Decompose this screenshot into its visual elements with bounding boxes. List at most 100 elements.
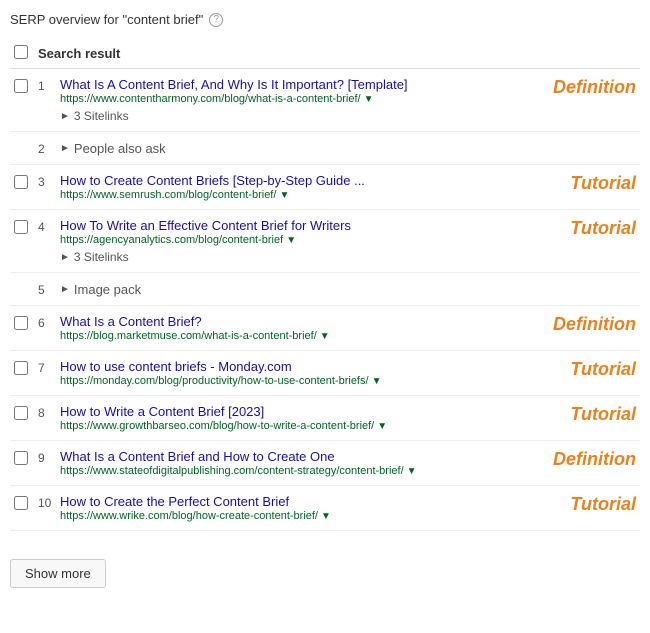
- result-url: https://www.semrush.com/blog/content-bri…: [60, 189, 506, 201]
- row-number: 8: [38, 404, 60, 420]
- expand-arrow-icon: ►: [60, 143, 70, 154]
- badge-col: Tutorial: [506, 494, 636, 515]
- row-number: 3: [38, 173, 60, 189]
- checkbox-placeholder: [14, 288, 38, 290]
- table-row: 4 How To Write an Effective Content Brie…: [10, 210, 640, 273]
- result-title-link[interactable]: How to Write a Content Brief [2023]: [60, 404, 264, 419]
- table-row: 6 What Is a Content Brief? https://blog.…: [10, 306, 640, 351]
- url-dropdown-icon: ▼: [377, 421, 387, 432]
- row-checkbox-4[interactable]: [14, 220, 28, 234]
- url-text: https://agencyanalytics.com/blog/content…: [60, 234, 283, 246]
- result-url: https://blog.marketmuse.com/what-is-a-co…: [60, 330, 506, 342]
- result-title-link[interactable]: How to Create the Perfect Content Brief: [60, 494, 289, 509]
- special-content[interactable]: ► Image pack: [60, 282, 141, 297]
- badge-label: Definition: [553, 314, 636, 334]
- show-more-button[interactable]: Show more: [10, 559, 106, 588]
- badge-label: Definition: [553, 77, 636, 97]
- checkbox-col: [14, 314, 38, 333]
- result-title-link[interactable]: How To Write an Effective Content Brief …: [60, 218, 351, 233]
- result-title-link[interactable]: What Is a Content Brief and How to Creat…: [60, 449, 335, 464]
- help-icon[interactable]: ?: [209, 13, 223, 27]
- url-text: https://www.growthbarseo.com/blog/how-to…: [60, 420, 374, 432]
- results-list: 1 What Is A Content Brief, And Why Is It…: [10, 69, 640, 531]
- page-title-text: SERP overview for "content brief": [10, 12, 203, 27]
- result-content: What Is A Content Brief, And Why Is It I…: [60, 77, 506, 123]
- checkbox-col: [14, 218, 38, 237]
- sitelinks-arrow-icon: ►: [60, 111, 70, 122]
- result-url: https://www.wrike.com/blog/how-create-co…: [60, 510, 506, 522]
- badge-label: Tutorial: [570, 494, 636, 514]
- badge-col: Tutorial: [506, 404, 636, 425]
- result-url: https://monday.com/blog/productivity/how…: [60, 375, 506, 387]
- result-title-link[interactable]: How to use content briefs - Monday.com: [60, 359, 292, 374]
- result-title-link[interactable]: What Is A Content Brief, And Why Is It I…: [60, 77, 408, 92]
- row-number: 7: [38, 359, 60, 375]
- row-number: 4: [38, 218, 60, 234]
- result-content: How to Create the Perfect Content Brief …: [60, 494, 506, 522]
- sitelinks-label: 3 Sitelinks: [74, 109, 129, 123]
- checkbox-col: [14, 494, 38, 513]
- result-content: What Is a Content Brief and How to Creat…: [60, 449, 506, 477]
- sitelinks-arrow-icon: ►: [60, 252, 70, 263]
- row-number: 10: [38, 494, 60, 510]
- sitelinks-toggle[interactable]: ► 3 Sitelinks: [60, 250, 506, 264]
- result-url: https://www.contentharmony.com/blog/what…: [60, 93, 506, 105]
- table-row: 7 How to use content briefs - Monday.com…: [10, 351, 640, 396]
- row-checkbox-7[interactable]: [14, 361, 28, 375]
- row-checkbox-8[interactable]: [14, 406, 28, 420]
- row-checkbox-1[interactable]: [14, 79, 28, 93]
- special-label: Image pack: [74, 282, 141, 297]
- row-number: 5: [38, 281, 60, 297]
- row-checkbox-6[interactable]: [14, 316, 28, 330]
- row-number: 1: [38, 77, 60, 93]
- checkbox-col: [14, 404, 38, 423]
- row-number: 9: [38, 449, 60, 465]
- table-row: 9 What Is a Content Brief and How to Cre…: [10, 441, 640, 486]
- expand-arrow-icon: ►: [60, 284, 70, 295]
- result-content: How to Write a Content Brief [2023] http…: [60, 404, 506, 432]
- row-checkbox-3[interactable]: [14, 175, 28, 189]
- header-label: Search result: [38, 46, 120, 61]
- badge-label: Tutorial: [570, 218, 636, 238]
- url-dropdown-icon: ▼: [407, 466, 417, 477]
- header-checkbox-col: [14, 45, 38, 62]
- badge-label: Definition: [553, 449, 636, 469]
- badge-col: Tutorial: [506, 173, 636, 194]
- badge-label: Tutorial: [570, 173, 636, 193]
- badge-label: Tutorial: [570, 359, 636, 379]
- special-content[interactable]: ► People also ask: [60, 141, 166, 156]
- url-dropdown-icon: ▼: [320, 331, 330, 342]
- url-dropdown-icon: ▼: [279, 190, 289, 201]
- badge-label: Tutorial: [570, 404, 636, 424]
- row-number: 2: [38, 140, 60, 156]
- badge-col: Tutorial: [506, 218, 636, 239]
- result-content: How To Write an Effective Content Brief …: [60, 218, 506, 264]
- result-title-link[interactable]: How to Create Content Briefs [Step-by-St…: [60, 173, 365, 188]
- badge-col: Definition: [506, 77, 636, 98]
- url-text: https://blog.marketmuse.com/what-is-a-co…: [60, 330, 317, 342]
- result-url: https://agencyanalytics.com/blog/content…: [60, 234, 506, 246]
- result-title-link[interactable]: What Is a Content Brief?: [60, 314, 202, 329]
- checkbox-placeholder: [14, 147, 38, 149]
- badge-col: Definition: [506, 449, 636, 470]
- sitelinks-toggle[interactable]: ► 3 Sitelinks: [60, 109, 506, 123]
- checkbox-col: [14, 77, 38, 96]
- table-row: 3 How to Create Content Briefs [Step-by-…: [10, 165, 640, 210]
- special-row-5: 5 ► Image pack: [10, 273, 640, 306]
- result-url: https://www.stateofdigitalpublishing.com…: [60, 465, 506, 477]
- result-content: What Is a Content Brief? https://blog.ma…: [60, 314, 506, 342]
- badge-col: Definition: [506, 314, 636, 335]
- sitelinks-label: 3 Sitelinks: [74, 250, 129, 264]
- url-dropdown-icon: ▼: [286, 235, 296, 246]
- url-text: https://www.stateofdigitalpublishing.com…: [60, 465, 404, 477]
- table-row: 10 How to Create the Perfect Content Bri…: [10, 486, 640, 531]
- row-number: 6: [38, 314, 60, 330]
- row-checkbox-10[interactable]: [14, 496, 28, 510]
- page-title: SERP overview for "content brief" ?: [10, 12, 640, 27]
- url-dropdown-icon: ▼: [364, 94, 374, 105]
- select-all-checkbox[interactable]: [14, 45, 28, 59]
- url-text: https://www.wrike.com/blog/how-create-co…: [60, 510, 318, 522]
- show-more-section: Show more: [10, 545, 640, 588]
- row-checkbox-9[interactable]: [14, 451, 28, 465]
- table-header: Search result: [10, 39, 640, 69]
